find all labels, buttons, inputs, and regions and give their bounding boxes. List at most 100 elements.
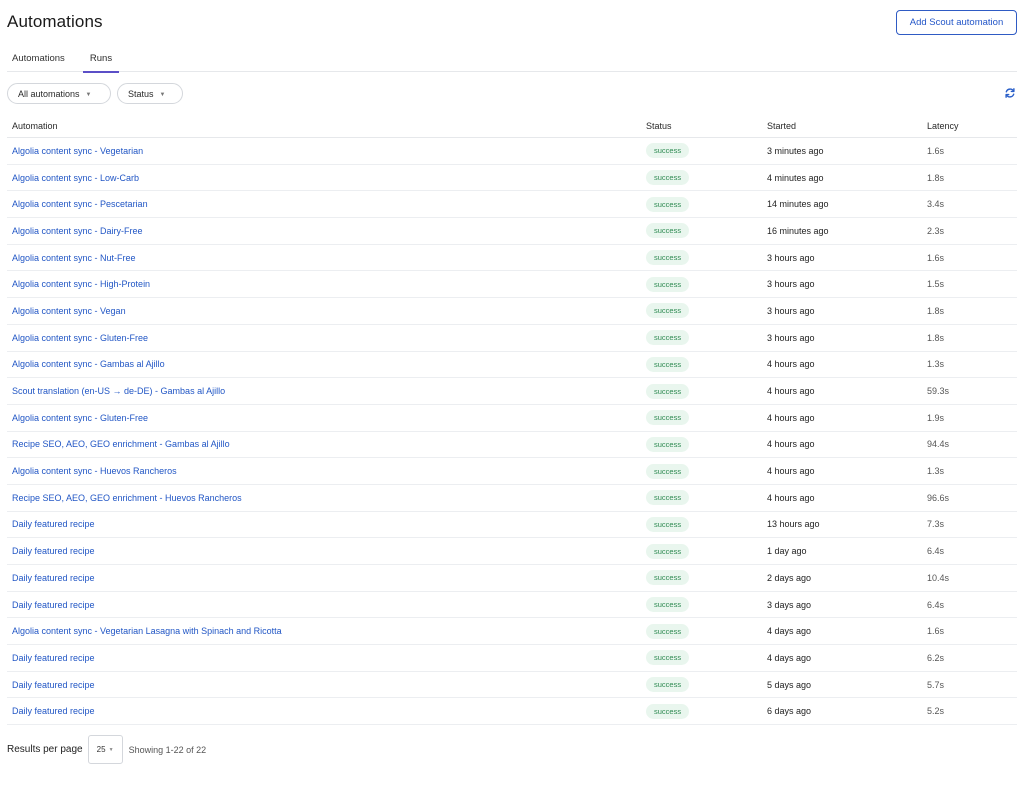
column-header-automation: Automation <box>12 121 58 131</box>
latency-cell: 1.8s <box>927 305 945 316</box>
table-row[interactable]: Daily featured recipe success 2 days ago 10… <box>7 565 1017 592</box>
started-cell: 3 days ago <box>767 599 812 610</box>
table-row[interactable]: Algolia content sync - Gambas al Ajillo s… <box>7 352 1017 379</box>
table-row[interactable]: Algolia content sync - Gluten-Free succes… <box>7 325 1017 352</box>
tab-runs[interactable]: Runs <box>83 47 119 73</box>
automation-link[interactable]: Algolia content sync - Low-Carb <box>12 165 139 191</box>
status-badge: success <box>646 597 690 613</box>
table-row[interactable]: Algolia content sync - Low-Carb success 4 … <box>7 165 1017 192</box>
status-badge: success <box>646 463 690 479</box>
status-cell: success <box>646 698 690 724</box>
table-row[interactable]: Daily featured recipe success 13 hours ago… <box>7 512 1017 539</box>
automation-link[interactable]: Algolia content sync - Vegetarian <box>12 138 143 164</box>
status-badge: success <box>646 410 690 426</box>
table-row[interactable]: Daily featured recipe success 3 days ago 6.… <box>7 592 1017 619</box>
status-cell: success <box>646 485 690 511</box>
status-cell: success <box>646 405 690 431</box>
automation-link[interactable]: Daily featured recipe <box>12 645 95 671</box>
automation-link[interactable]: Daily featured recipe <box>12 565 95 591</box>
started-cell: 16 minutes ago <box>767 225 829 236</box>
table-row[interactable]: Algolia content sync - Nut-Free success 3 … <box>7 245 1017 272</box>
automation-link[interactable]: Daily featured recipe <box>12 698 95 724</box>
automation-link[interactable]: Scout translation (en-US → de-DE) - Gamb… <box>12 378 225 404</box>
started-cell: 4 hours ago <box>767 359 815 370</box>
automation-link[interactable]: Algolia content sync - Nut-Free <box>12 245 136 271</box>
automation-link[interactable]: Algolia content sync - Vegan <box>12 298 126 324</box>
status-badge: success <box>646 196 690 212</box>
status-cell: success <box>646 618 690 644</box>
table-row[interactable]: Algolia content sync - Dairy-Free success… <box>7 218 1017 245</box>
automation-link[interactable]: Algolia content sync - Dairy-Free <box>12 218 143 244</box>
table-row[interactable]: Algolia content sync - Vegan success 3 hou… <box>7 298 1017 325</box>
started-cell: 2 days ago <box>767 572 812 583</box>
table-row[interactable]: Recipe SEO, AEO, GEO enrichment - Huevos… <box>7 485 1017 512</box>
automation-link[interactable]: Algolia content sync - Vegetarian Lasagn… <box>12 618 282 644</box>
automation-link[interactable]: Recipe SEO, AEO, GEO enrichment - Huevos… <box>12 485 242 511</box>
started-cell: 4 hours ago <box>767 492 815 503</box>
table-row[interactable]: Algolia content sync - Vegetarian Lasagn… <box>7 618 1017 646</box>
table-row[interactable]: Algolia content sync - High-Protein succe… <box>7 271 1017 299</box>
automation-link[interactable]: Daily featured recipe <box>12 672 95 698</box>
started-cell: 3 hours ago <box>767 305 815 316</box>
latency-cell: 1.3s <box>927 466 945 477</box>
automation-link[interactable]: Algolia content sync - Gluten-Free <box>12 405 148 431</box>
latency-cell: 1.5s <box>927 279 945 290</box>
status-badge: success <box>646 143 690 159</box>
add-scout-automation-button[interactable]: Add Scout automation <box>896 10 1017 35</box>
table-row[interactable]: Recipe SEO, AEO, GEO enrichment - Gambas… <box>7 432 1017 459</box>
table-row[interactable]: Algolia content sync - Gluten-Free succes… <box>7 405 1017 432</box>
status-badge: success <box>646 223 690 239</box>
status-cell: success <box>646 512 690 538</box>
automation-link[interactable]: Algolia content sync - Gluten-Free <box>12 325 148 351</box>
status-cell: success <box>646 218 690 244</box>
latency-cell: 3.4s <box>927 199 945 210</box>
table-row[interactable]: Daily featured recipe success 4 days ago 6.… <box>7 645 1017 672</box>
per-page-value: 25 <box>96 745 106 754</box>
automation-link[interactable]: Recipe SEO, AEO, GEO enrichment - Gambas… <box>12 432 230 458</box>
table-row[interactable]: Algolia content sync - Vegetarian success… <box>7 138 1017 165</box>
table-row[interactable]: Algolia content sync - Pescetarian succes… <box>7 191 1017 219</box>
status-cell: success <box>646 645 690 671</box>
automation-filter-label: All automations <box>18 88 80 99</box>
automation-link[interactable]: Daily featured recipe <box>12 512 95 538</box>
status-badge: success <box>646 570 690 586</box>
table-row[interactable]: Daily featured recipe success 1 day ago 6.4… <box>7 538 1017 565</box>
latency-cell: 6.4s <box>927 546 945 557</box>
automation-link[interactable]: Daily featured recipe <box>12 592 95 618</box>
latency-cell: 6.2s <box>927 652 945 663</box>
table-row[interactable]: Scout translation (en-US → de-DE) - Gamb… <box>7 378 1017 405</box>
column-header-status: Status <box>646 121 672 131</box>
table-row[interactable]: Daily featured recipe success 6 days ago 5.… <box>7 698 1017 726</box>
automation-link[interactable]: Algolia content sync - High-Protein <box>12 271 150 297</box>
started-cell: 6 days ago <box>767 706 812 717</box>
table-row[interactable]: Algolia content sync - Huevos Rancheros s… <box>7 458 1017 485</box>
started-cell: 13 hours ago <box>767 519 820 530</box>
results-per-page-select[interactable]: 25 ▼ <box>87 735 123 764</box>
refresh-icon[interactable] <box>1004 87 1016 99</box>
status-cell: success <box>646 378 690 404</box>
automation-link[interactable]: Algolia content sync - Gambas al Ajillo <box>12 352 165 378</box>
table-header: Automation Status Started Latency <box>7 114 1017 138</box>
latency-cell: 7.3s <box>927 519 945 530</box>
column-header-started: Started <box>767 121 797 131</box>
table-row[interactable]: Daily featured recipe success 5 days ago 5.… <box>7 672 1017 699</box>
status-cell: success <box>646 271 690 297</box>
status-badge: success <box>646 356 690 372</box>
tab-automations[interactable]: Automations <box>12 47 70 72</box>
status-badge: success <box>646 303 690 319</box>
chevron-down-icon: ▼ <box>108 746 114 753</box>
automation-filter-dropdown[interactable]: All automations ▼ <box>7 83 111 104</box>
status-badge: success <box>646 383 690 399</box>
latency-cell: 1.6s <box>927 626 945 637</box>
automation-link[interactable]: Algolia content sync - Pescetarian <box>12 191 148 217</box>
automation-link[interactable]: Algolia content sync - Huevos Rancheros <box>12 458 177 484</box>
automation-link[interactable]: Daily featured recipe <box>12 538 95 564</box>
status-cell: success <box>646 672 690 698</box>
latency-cell: 2.3s <box>927 225 945 236</box>
started-cell: 1 day ago <box>767 546 807 557</box>
started-cell: 5 days ago <box>767 679 812 690</box>
started-cell: 4 hours ago <box>767 412 815 423</box>
status-filter-dropdown[interactable]: Status ▼ <box>117 83 183 104</box>
latency-cell: 1.3s <box>927 359 945 370</box>
status-badge: success <box>646 170 690 186</box>
